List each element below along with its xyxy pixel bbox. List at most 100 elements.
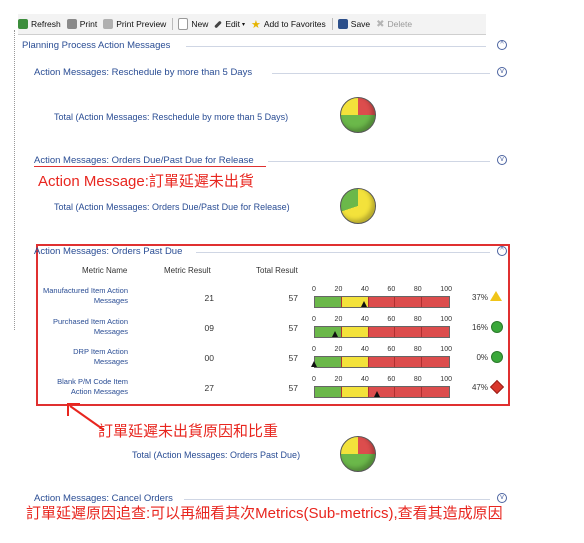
section-title-cancel[interactable]: Action Messages: Cancel Orders — [34, 493, 173, 504]
scale-tick-label: 40 — [360, 286, 369, 293]
scale-tick-label: 20 — [334, 376, 343, 383]
percent-value: 16% — [471, 323, 488, 332]
chevron-down-icon: ▾ — [242, 21, 246, 28]
pencil-icon — [214, 20, 223, 28]
annotation-action-message: Action Message:訂單延遲未出貨 — [38, 173, 254, 190]
metric-name-drp[interactable]: DRP Item Action Messages — [38, 347, 128, 367]
gauge-gridline — [340, 327, 342, 337]
metric-result: 00 — [204, 353, 214, 363]
toolbar-divider — [172, 18, 174, 30]
scale-tick-label: 100 — [440, 376, 452, 383]
print-preview-icon — [103, 19, 114, 29]
annotation-drilldown: 訂單延遲原因追查:可以再細看其次Metrics(Sub-metrics),查看其… — [26, 505, 503, 522]
annotation-reason-weight: 訂單延遲未出貨原因和比重 — [98, 423, 279, 440]
gauge-gridline — [340, 387, 342, 397]
section-divider — [196, 252, 490, 253]
pie-chart-past-due — [340, 436, 376, 472]
gauge-gridline — [394, 387, 396, 397]
gauge-band — [368, 327, 449, 337]
gauge-value-marker — [311, 361, 317, 367]
expand-section-icon[interactable]: v — [497, 155, 507, 165]
gauge-value-marker — [332, 331, 339, 337]
add-to-favorites-button[interactable]: ★ Add to Favorites — [251, 18, 326, 31]
gauge-gridline — [394, 357, 396, 367]
refresh-label: Refresh — [31, 19, 61, 29]
total-result: 57 — [288, 353, 298, 363]
add-favorites-label: Add to Favorites — [263, 19, 326, 29]
metric-result: 27 — [204, 383, 214, 393]
gauge-gridline — [367, 327, 369, 337]
section-title-reschedule[interactable]: Action Messages: Reschedule by more than… — [34, 67, 252, 78]
total-due-release: Total (Action Messages: Orders Due/Past … — [54, 202, 290, 212]
new-button[interactable]: New — [178, 18, 208, 30]
print-icon — [66, 19, 77, 29]
page-title: Planning Process Action Messages — [22, 40, 171, 51]
expand-section-icon[interactable]: v — [497, 67, 507, 77]
gauge-band — [341, 387, 369, 397]
edit-button[interactable]: Edit ▾ — [214, 19, 245, 29]
gauge-gridline — [367, 387, 369, 397]
delete-button[interactable]: ✖ Delete — [376, 19, 412, 30]
gauge-scale: 0 20 40 60 80 100 — [312, 346, 452, 353]
total-result: 57 — [288, 383, 298, 393]
gauge-scale: 0 20 40 60 80 100 — [312, 316, 452, 323]
gauge-value-marker — [360, 301, 367, 307]
section-title-past-due[interactable]: Action Messages: Orders Past Due — [34, 246, 182, 257]
gauge-value-marker — [373, 391, 380, 397]
scale-tick-label: 80 — [413, 376, 422, 383]
delete-label: Delete — [387, 19, 413, 29]
percent-value: 37% — [471, 293, 488, 302]
total-reschedule: Total (Action Messages: Reschedule by mo… — [54, 112, 289, 122]
gauge-band — [368, 387, 449, 397]
section-title-due-release[interactable]: Action Messages: Orders Due/Past Due for… — [34, 155, 254, 166]
toolbar: Refresh Print Print Preview New Edit ▾ ★… — [18, 14, 486, 35]
metric-name-blank-pm[interactable]: Blank P/M Code Item Action Messages — [38, 377, 128, 397]
warning-triangle-icon — [490, 291, 502, 301]
gauge-gridline — [394, 327, 396, 337]
pane-splitter[interactable] — [14, 30, 17, 330]
gauge-scale: 0 20 40 60 80 100 — [312, 286, 452, 293]
refresh-icon — [18, 19, 28, 29]
section-divider — [184, 499, 490, 500]
print-preview-label: Print Preview — [116, 19, 167, 29]
pie-chart-due-release — [340, 188, 376, 224]
total-result: 57 — [288, 293, 298, 303]
header-metric-result: Metric Result — [164, 266, 211, 275]
gauge-gridline — [421, 387, 423, 397]
collapse-section-icon[interactable]: ^ — [497, 40, 507, 50]
pie-chart-reschedule — [340, 97, 376, 133]
scale-tick-label: 0 — [312, 346, 316, 353]
refresh-button[interactable]: Refresh — [18, 19, 61, 29]
floppy-disk-icon — [337, 19, 348, 29]
print-preview-button[interactable]: Print Preview — [103, 19, 166, 29]
scale-tick-label: 80 — [413, 346, 422, 353]
edit-label: Edit — [225, 19, 240, 29]
gauge-gridline — [421, 327, 423, 337]
collapse-section-icon[interactable]: ^ — [497, 246, 507, 256]
gauge-band — [315, 387, 342, 397]
scale-tick-label: 0 — [312, 376, 316, 383]
status-ok-circle-icon — [491, 351, 503, 363]
toolbar-divider — [331, 18, 333, 30]
gauge-gridline — [367, 357, 369, 367]
metric-name-manufactured[interactable]: Manufactured Item Action Messages — [38, 286, 128, 306]
gauge-bar — [314, 356, 450, 368]
gauge-band — [315, 357, 342, 367]
header-total-result: Total Result — [256, 266, 298, 275]
section-divider — [268, 161, 490, 162]
scale-tick-label: 100 — [440, 346, 452, 353]
gauge-bar — [314, 296, 450, 308]
scale-tick-label: 80 — [413, 316, 422, 323]
save-button[interactable]: Save — [337, 19, 371, 29]
print-button[interactable]: Print — [66, 19, 97, 29]
percent-value: 0% — [476, 353, 488, 362]
gauge-band — [368, 297, 449, 307]
gauge-band — [341, 327, 369, 337]
gauge-gridline — [421, 297, 423, 307]
star-icon: ★ — [251, 18, 261, 31]
save-label: Save — [350, 19, 371, 29]
gauge-bar — [314, 386, 450, 398]
annotation-underline — [34, 166, 266, 167]
metric-name-purchased[interactable]: Purchased Item Action Messages — [38, 317, 128, 337]
expand-section-icon[interactable]: v — [497, 493, 507, 503]
